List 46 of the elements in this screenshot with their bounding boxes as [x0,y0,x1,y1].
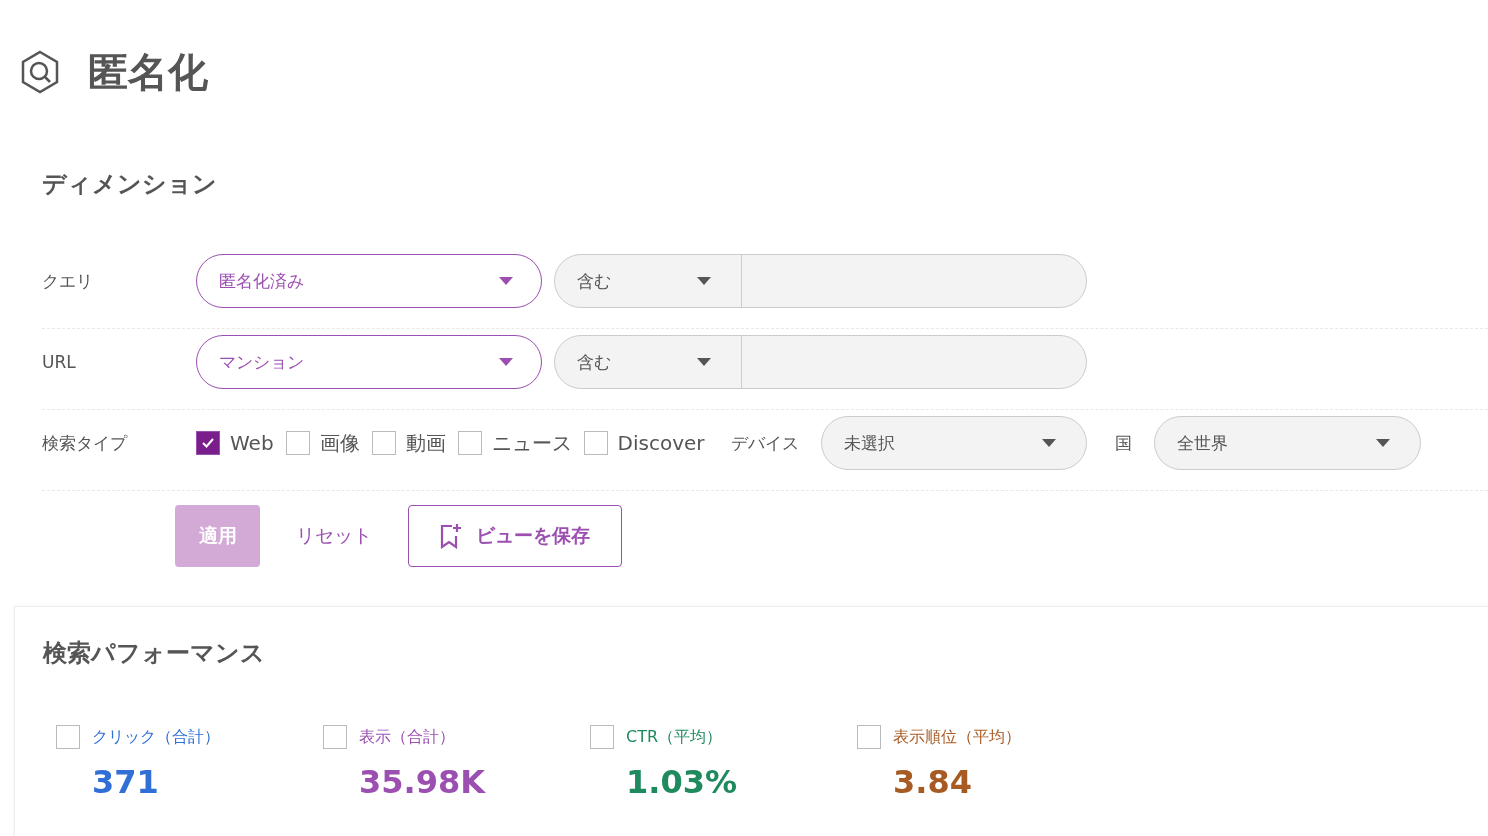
filter-field[interactable]: 含む [554,254,1087,308]
metric-value: 35.98K [359,763,487,801]
metric-label: 表示順位（平均） [893,726,1021,748]
country-select[interactable]: 全世界 [1153,416,1421,470]
option-label[interactable]: Web [230,431,274,455]
page-title: 匿名化 [88,47,208,97]
filter-field[interactable]: 含む [554,335,1087,389]
save-view-button[interactable]: ビューを保存 [408,505,622,567]
reset-button[interactable]: リセット [284,515,384,557]
metric-label: クリック（合計） [92,726,220,748]
country-label: 国 [1114,431,1132,455]
checkbox[interactable] [196,431,220,455]
match-select[interactable]: 含む [555,255,742,307]
checkbox[interactable] [285,431,310,455]
caret-icon [697,358,711,366]
option-label[interactable]: 動画 [405,429,446,457]
match-select[interactable]: 含む [555,336,742,388]
filter-label: URL [42,352,77,372]
metric-label: CTR（平均） [626,726,723,748]
filter-label: 検索タイプ [42,431,129,455]
checkbox[interactable] [457,431,482,455]
checkbox[interactable] [323,725,347,749]
caret-icon [1041,439,1056,447]
device-select[interactable]: 未選択 [820,416,1087,470]
bookmark-plus-icon [440,523,462,549]
option-label[interactable]: 画像 [319,429,360,457]
section-title: 検索パフォーマンス [43,638,266,669]
caret-icon [499,358,513,366]
filter-label: クエリ [42,269,94,293]
device-label: デバイス [730,431,799,455]
checkbox[interactable] [857,725,881,749]
caret-icon [499,277,513,285]
metric-label: 表示（合計） [359,726,455,748]
option-label[interactable]: ニュース [491,429,572,457]
checkbox[interactable] [371,431,396,455]
metric-value: 371 [92,763,160,801]
caret-icon [1375,439,1390,447]
checkbox[interactable] [56,725,80,749]
checkbox[interactable] [590,725,614,749]
checkbox[interactable] [583,431,608,455]
metric-value: 1.03% [626,763,738,801]
search-icon [20,50,60,94]
metric-value: 3.84 [893,763,973,801]
option-label[interactable]: Discover [617,431,705,455]
caret-icon [697,277,711,285]
section-title: ディメンション [42,169,218,200]
